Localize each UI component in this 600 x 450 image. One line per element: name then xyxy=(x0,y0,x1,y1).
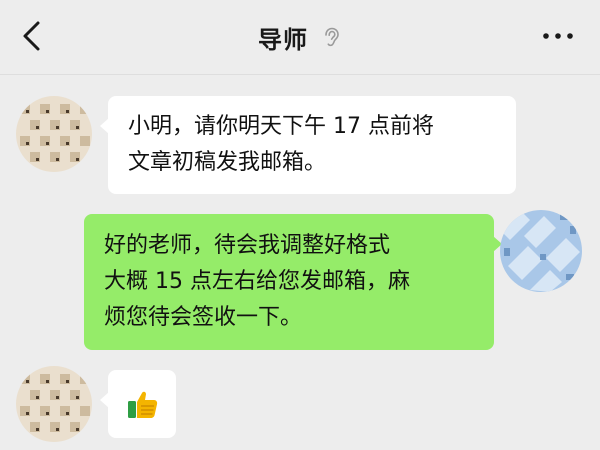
bubble-tail xyxy=(100,392,109,408)
back-button[interactable] xyxy=(16,18,52,54)
blue-mosaic-avatar-image xyxy=(500,210,582,292)
thumbs-up-icon xyxy=(128,391,158,418)
bubble-tail xyxy=(100,118,109,134)
more-button[interactable] xyxy=(540,26,576,46)
mosaic-avatar-image xyxy=(16,366,92,442)
chevron-left-icon xyxy=(23,21,40,51)
my-avatar[interactable] xyxy=(500,210,582,292)
more-dots-icon xyxy=(543,33,573,39)
message-bubble-incoming[interactable] xyxy=(100,370,176,438)
message-bubble-outgoing[interactable]: 好的老师，待会我调整好格式 大概 15 点左右给您发邮箱，麻 烦您待会签收一下。 xyxy=(84,214,502,350)
message-text: 小明，请你明天下午 17 点前将 文章初稿发我邮箱。 xyxy=(128,114,434,175)
message-bubble-incoming[interactable]: 小明，请你明天下午 17 点前将 文章初稿发我邮箱。 xyxy=(100,96,516,194)
title-wrap: 导师 xyxy=(0,0,600,74)
ear-icon xyxy=(325,27,339,47)
sender-avatar[interactable] xyxy=(16,96,92,172)
chat-header: 导师 xyxy=(0,0,600,75)
mosaic-avatar-image xyxy=(16,96,92,172)
chat-title: 导师 xyxy=(258,25,308,54)
sender-avatar[interactable] xyxy=(16,366,92,442)
message-text: 好的老师，待会我调整好格式 大概 15 点左右给您发邮箱，麻 烦您待会签收一下。 xyxy=(104,233,410,330)
